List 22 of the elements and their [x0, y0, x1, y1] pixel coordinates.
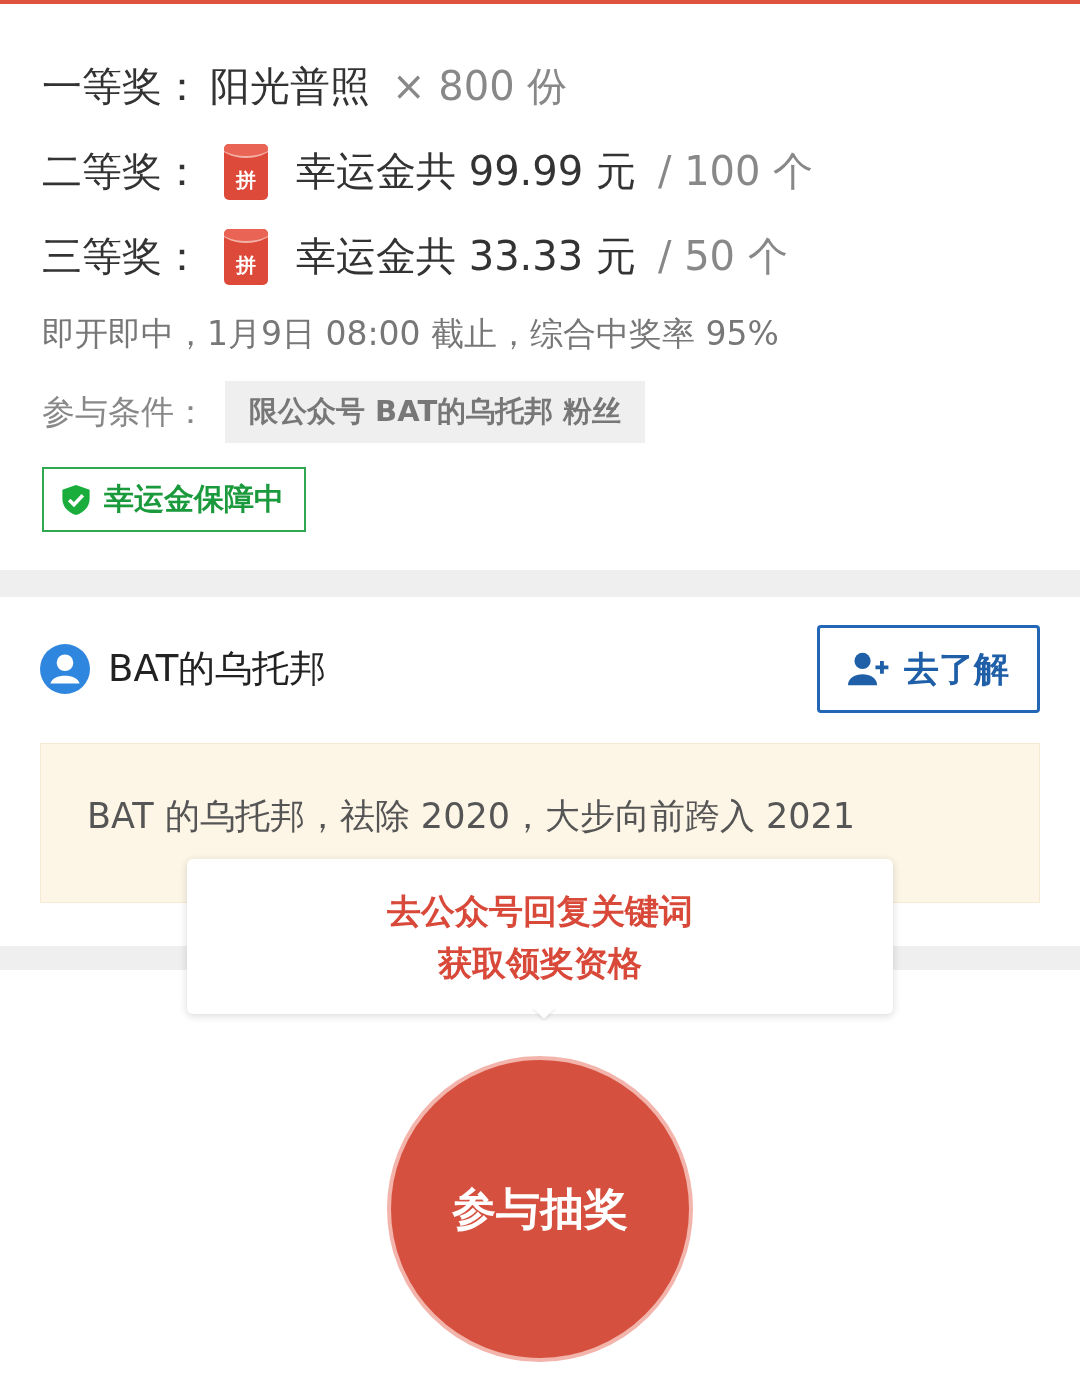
prize-label: 一等奖： [42, 62, 202, 111]
prize-name: 阳光普照 [210, 62, 370, 111]
condition-label: 参与条件： [42, 390, 207, 433]
envelope-icon: 拼 [224, 143, 268, 200]
learn-more-button[interactable]: 去了解 [817, 625, 1040, 713]
prize-name: 幸运金共 33.33 元 [296, 232, 636, 281]
prize-quantity: × 800 份 [392, 62, 568, 111]
tooltip-text: 获取领奖资格 [438, 941, 642, 985]
prize-quantity: / 50 个 [657, 232, 788, 281]
avatar-icon [40, 644, 90, 694]
join-draw-button[interactable]: 参与抽奖 [387, 1056, 693, 1362]
envelope-icon: 拼 [224, 228, 268, 285]
prize-name: 幸运金共 99.99 元 [296, 147, 636, 196]
draw-info: 即开即中，1月9日 08:00 截止，综合中奖率 95% [42, 313, 780, 355]
add-user-icon [848, 651, 890, 687]
prize-label: 三等奖： [42, 232, 202, 281]
prize-quantity: / 100 个 [657, 147, 814, 196]
prize-label: 二等奖： [42, 147, 202, 196]
guarantee-badge: 幸运金保障中 [42, 467, 306, 532]
account-name: BAT的乌托邦 [108, 646, 328, 692]
shield-check-icon [62, 484, 90, 515]
condition-tag: 限公众号 BAT的乌托邦 粉丝 [225, 381, 646, 443]
